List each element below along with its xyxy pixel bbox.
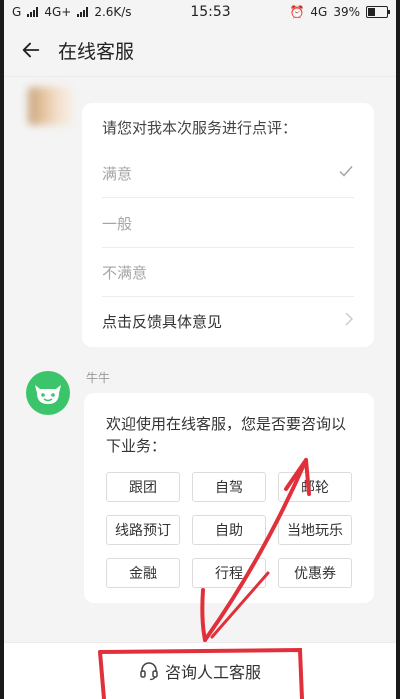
evaluation-card: 请您对我本次服务进行点评： 满意 一般 不满意 点击反馈具体意见 xyxy=(82,103,374,347)
service-chip[interactable]: 金融 xyxy=(106,558,180,588)
service-chip[interactable]: 当地玩乐 xyxy=(278,515,352,545)
feedback-link[interactable]: 点击反馈具体意见 xyxy=(102,297,354,345)
service-chip[interactable]: 行程 xyxy=(192,558,266,588)
network-speed: 2.6K/s xyxy=(94,5,132,19)
rating-option-satisfied[interactable]: 满意 xyxy=(102,149,354,198)
user-avatar xyxy=(28,87,72,125)
chevron-right-icon xyxy=(344,312,354,330)
human-service-label: 咨询人工客服 xyxy=(164,663,261,682)
human-service-button[interactable]: 咨询人工客服 xyxy=(121,653,279,689)
battery-percent: 39% xyxy=(333,5,360,19)
bot-avatar xyxy=(26,371,70,415)
rating-option-average[interactable]: 一般 xyxy=(102,199,354,248)
signal-icon-2 xyxy=(77,7,89,17)
service-chip[interactable]: 线路预订 xyxy=(106,515,180,545)
status-bar: G 4G+ 2.6K/s 15:53 ⏰ 4G 39% xyxy=(4,0,396,24)
app-header: 在线客服 xyxy=(4,24,396,77)
rating-option-unsatisfied[interactable]: 不满意 xyxy=(102,248,354,297)
headset-icon xyxy=(140,662,158,681)
rating-option-label: 满意 xyxy=(102,164,133,183)
evaluation-prompt: 请您对我本次服务进行点评： xyxy=(102,119,298,137)
service-grid: 跟团 自驾 邮轮 线路预订 自助 当地玩乐 金融 行程 优惠券 xyxy=(106,472,354,588)
arrow-left-icon xyxy=(22,42,40,58)
rating-option-label: 一般 xyxy=(102,214,133,233)
alarm-icon: ⏰ xyxy=(289,5,305,19)
page-title: 在线客服 xyxy=(58,40,135,63)
service-chip[interactable]: 自驾 xyxy=(192,472,266,502)
clock: 15:53 xyxy=(190,4,231,20)
signal-icon xyxy=(27,7,39,17)
service-chip[interactable]: 自助 xyxy=(192,515,266,545)
service-chip[interactable]: 优惠券 xyxy=(278,558,352,588)
network-label-left: G xyxy=(12,5,22,19)
cow-face-icon xyxy=(35,385,61,404)
bot-name: 牛牛 xyxy=(86,371,111,385)
phone-screen: G 4G+ 2.6K/s 15:53 ⏰ 4G 39% 在线客服 请您对我本次服… xyxy=(4,0,396,699)
network-label-mid: 4G+ xyxy=(44,5,72,19)
back-button[interactable] xyxy=(4,24,58,76)
service-chip[interactable]: 跟团 xyxy=(106,472,180,502)
service-menu-card: 欢迎使用在线客服，您是否要咨询以下业务： 跟团 自驾 邮轮 线路预订 自助 当地… xyxy=(84,393,374,603)
checkmark-icon xyxy=(338,163,354,183)
bottom-bar: 咨询人工客服 xyxy=(4,642,396,699)
rating-option-label: 不满意 xyxy=(102,263,148,282)
chat-area[interactable]: 请您对我本次服务进行点评： 满意 一般 不满意 点击反馈具体意见 牛牛 欢迎使用… xyxy=(4,77,396,643)
feedback-label: 点击反馈具体意见 xyxy=(102,312,223,331)
battery-icon xyxy=(366,6,390,18)
welcome-message: 欢迎使用在线客服，您是否要咨询以下业务： xyxy=(106,415,347,455)
network-label-right: 4G xyxy=(310,5,328,19)
service-chip[interactable]: 邮轮 xyxy=(278,472,352,502)
